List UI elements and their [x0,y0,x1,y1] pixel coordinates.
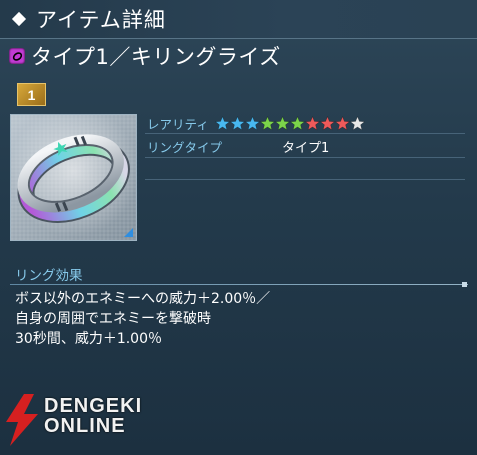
dengeki-logo-icon [6,394,38,446]
corner-marker-icon [124,228,133,237]
ring-effect-text: ボス以外のエネミーへの威力＋2.00％／ 自身の周囲でエネミーを撃破時 30秒間… [15,291,271,347]
diamond-bullet-icon [11,11,27,27]
rarity-star-icon [349,115,365,130]
rarity-star-icon [319,115,335,130]
ring-effect-label: リング効果 [15,268,83,284]
rarity-stars [214,115,365,131]
rarity-label: レアリティ [147,116,209,132]
ring-type-label: リングタイプ [147,139,223,155]
ring-type-row: リングタイプ タイプ1 [147,136,467,156]
divider [145,157,465,158]
rarity-star-icon [214,115,230,130]
rarity-star-icon [289,115,305,130]
rarity-star-icon [229,115,245,130]
divider [145,133,465,134]
quantity-badge: 1 [17,83,46,106]
page-title: アイテム詳細 [36,8,166,32]
rarity-star-icon [274,115,290,130]
rarity-star-icon [334,115,350,130]
rarity-star-icon [304,115,320,130]
rarity-star-icon [244,115,260,130]
divider [145,179,465,180]
ring-icon [17,134,130,223]
rarity-row: レアリティ [147,113,365,133]
ring-type-value: タイプ1 [282,140,330,156]
watermark-line-1: DENGEKI [44,395,143,417]
watermark-line-2: ONLINE [44,415,126,437]
header-bar: アイテム詳細 [0,0,477,39]
watermark: DENGEKI ONLINE [2,394,142,446]
rarity-star-icon [259,115,275,130]
section-divider [10,284,468,285]
ring-category-icon [9,48,25,64]
section-end-marker [462,282,467,287]
item-name: タイプ1／キリングライズ [31,45,281,69]
item-name-row: タイプ1／キリングライズ [9,43,281,69]
ring-thumbnail [10,114,137,241]
